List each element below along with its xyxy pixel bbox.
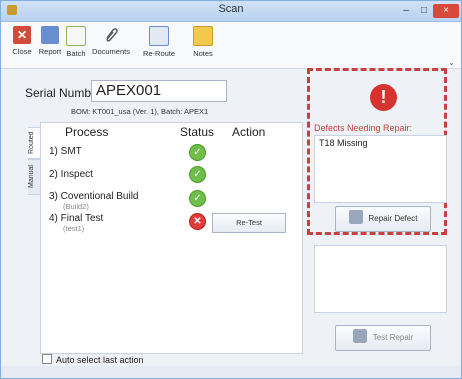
tools-icon bbox=[352, 329, 367, 343]
repair-defect-label: Repair Defect bbox=[368, 214, 418, 223]
list-item[interactable]: T18 Missing bbox=[319, 138, 442, 148]
process-header: Process bbox=[65, 125, 109, 139]
window-title: Scan bbox=[218, 3, 244, 15]
repair-notes-box[interactable] bbox=[314, 245, 447, 313]
report-label: Report bbox=[38, 47, 62, 56]
retest-button[interactable]: Re-Test bbox=[212, 213, 286, 233]
close-label: Close bbox=[12, 47, 32, 56]
process-name: 4) Final Test bbox=[49, 213, 104, 224]
batch-button[interactable]: Batch bbox=[63, 26, 89, 58]
toolbar: ✕ Close Report Batch Documents Re-Route … bbox=[1, 22, 461, 69]
status-strip bbox=[1, 366, 461, 378]
exclamation-icon: ! bbox=[370, 84, 397, 111]
defects-list[interactable]: T18 Missing bbox=[314, 135, 447, 203]
process-name: 1) SMT bbox=[49, 146, 82, 157]
close-button[interactable]: ✕ Close bbox=[9, 26, 35, 56]
status-header: Status bbox=[180, 125, 215, 139]
process-name: 3) Coventional Build bbox=[49, 191, 139, 202]
title-bar: Scan – □ × bbox=[1, 1, 461, 22]
close-x-icon: ✕ bbox=[13, 26, 31, 44]
tools-icon bbox=[348, 210, 363, 224]
bom-info: BOM: KT001_usa (Ver. 1), Batch: APEX1 bbox=[71, 107, 209, 116]
x-circle-icon: ✕ bbox=[189, 213, 206, 230]
close-window-button[interactable]: × bbox=[433, 4, 459, 18]
ribbon-collapse-icon[interactable]: ⌄ bbox=[448, 58, 455, 67]
reroute-label: Re-Route bbox=[142, 49, 176, 58]
process-name: 2) Inspect bbox=[49, 169, 93, 180]
maximize-button[interactable]: □ bbox=[417, 4, 431, 18]
process-row[interactable]: 2) Inspect bbox=[49, 169, 93, 180]
batch-label: Batch bbox=[66, 49, 86, 58]
reroute-icon bbox=[149, 26, 169, 46]
process-subname: (Build2) bbox=[63, 202, 89, 211]
process-row[interactable]: 1) SMT bbox=[49, 146, 82, 157]
process-subname: (test1) bbox=[63, 224, 85, 233]
test-repair-button[interactable]: Test Repair bbox=[335, 325, 431, 351]
checkmark-icon: ✓ bbox=[189, 166, 206, 183]
minimize-button[interactable]: – bbox=[399, 4, 413, 18]
checkmark-icon: ✓ bbox=[189, 190, 206, 207]
notes-label: Notes bbox=[193, 49, 213, 58]
documents-label: Documents bbox=[92, 47, 130, 56]
notes-icon bbox=[193, 26, 213, 46]
auto-select-checkbox[interactable]: Auto select last action bbox=[42, 354, 144, 365]
repair-defect-button[interactable]: Repair Defect bbox=[335, 206, 431, 232]
test-repair-label: Test Repair bbox=[372, 333, 414, 342]
notes-button[interactable]: Notes bbox=[190, 26, 216, 58]
report-icon bbox=[41, 26, 59, 44]
auto-select-label: Auto select last action bbox=[56, 355, 144, 365]
checklist-icon bbox=[66, 26, 86, 46]
report-button[interactable]: Report bbox=[37, 26, 63, 56]
defects-label: Defects Needing Repair: bbox=[314, 123, 413, 133]
checkmark-icon: ✓ bbox=[189, 144, 206, 161]
documents-button[interactable]: Documents bbox=[89, 26, 133, 56]
checkbox-box[interactable] bbox=[42, 354, 52, 364]
scan-window: Scan – □ × ✕ Close Report Batch Document… bbox=[0, 0, 462, 379]
serial-number-input[interactable]: APEX001 bbox=[91, 80, 227, 102]
reroute-button[interactable]: Re-Route bbox=[141, 26, 177, 58]
paperclip-icon bbox=[102, 26, 120, 44]
action-header: Action bbox=[232, 125, 266, 139]
process-row[interactable]: 4) Final Test (test1) bbox=[49, 213, 103, 233]
process-row[interactable]: 3) Coventional Build (Build2) bbox=[49, 191, 139, 211]
